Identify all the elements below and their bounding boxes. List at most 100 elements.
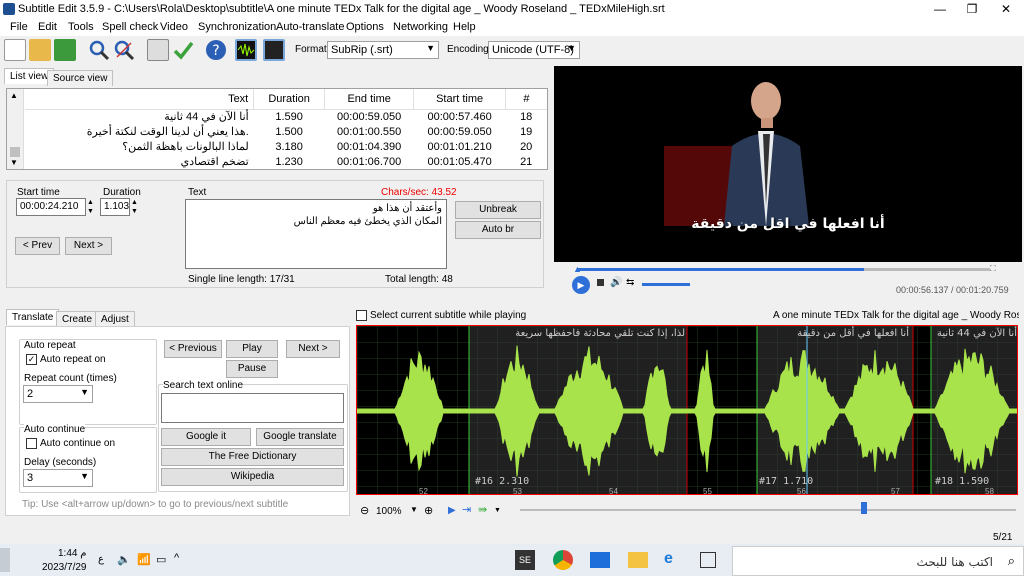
open-folder-icon[interactable] [29, 39, 51, 61]
table-row[interactable]: تضخم اقتصادي 1.230 00:01:06.700 00:01:05… [25, 154, 547, 169]
waveform-toggle-icon[interactable] [235, 39, 257, 61]
next-button[interactable]: Next > [65, 237, 112, 255]
task-view-icon[interactable] [700, 552, 716, 568]
zoom-dropdown-icon[interactable]: ▼ [410, 505, 418, 514]
table-row[interactable]: أنا الآن في 44 ثانية 1.590 00:00:59.050 … [25, 109, 547, 124]
pause-button[interactable]: Pause [226, 360, 278, 378]
show-desktop[interactable] [0, 548, 10, 572]
tab-source-view[interactable]: Source view [47, 70, 114, 86]
menu-synchronization[interactable]: Synchronization [198, 21, 276, 33]
menu-networking[interactable]: Networking [393, 21, 448, 33]
tab-create[interactable]: Create [56, 311, 99, 327]
zoom-out-icon[interactable]: ⊖ [360, 504, 369, 517]
prev-button[interactable]: < Prev [15, 237, 60, 255]
seek-bar[interactable] [578, 268, 990, 271]
forward-icon[interactable]: ⇛ [478, 503, 487, 516]
reverse-icon[interactable]: ⇆ [626, 277, 634, 288]
start-time-input[interactable]: 00:00:24.210 [16, 198, 86, 216]
play-button[interactable]: Play [226, 340, 278, 358]
minimize-button[interactable]: — [924, 0, 956, 18]
format-select[interactable]: SubRip (.srt) ▼ [327, 41, 439, 59]
more-dropdown-icon[interactable]: ▼ [494, 507, 501, 514]
auto-repeat-checkbox[interactable]: ✓ [26, 354, 37, 365]
encoding-select[interactable]: Unicode (UTF-8) ▼ [488, 41, 580, 59]
col-end[interactable]: End time [324, 89, 415, 110]
auto-continue-checkbox[interactable] [26, 438, 37, 449]
scroll-thumb[interactable] [10, 147, 20, 157]
fullscreen-icon[interactable]: ⛶ [990, 264, 996, 274]
volume-slider[interactable] [642, 283, 690, 286]
volume-icon[interactable]: 🔈 [117, 553, 131, 566]
video-player[interactable]: أنا افعلها في اقل من دقيقة ▲ ⛶ ▶ 🔊 ⇆ 00:… [554, 66, 1022, 296]
menu-help[interactable]: Help [453, 21, 476, 33]
edge-icon[interactable]: e [664, 550, 673, 568]
menu-options[interactable]: Options [346, 21, 384, 33]
taskbar-search[interactable]: اكتب هنا للبحث ⌕ [732, 546, 1024, 576]
save-icon[interactable] [54, 39, 76, 61]
zoom-in-icon[interactable]: ⊕ [424, 504, 433, 517]
waveform-position-slider[interactable] [520, 509, 1016, 511]
duration-spinner[interactable]: ▲ ▼ [131, 198, 138, 216]
grid-scrollbar[interactable]: ▲ ▼ [7, 89, 24, 169]
next-subtitle-button[interactable]: Next > [286, 340, 340, 358]
subtitle-text-editor[interactable]: وأعتقد أن هذا هو المكان الذي يخطئ فيه مع… [185, 199, 447, 269]
help-icon[interactable]: ? [205, 39, 227, 61]
col-text[interactable]: Text [25, 89, 255, 110]
scroll-down-icon[interactable]: ▼ [10, 158, 18, 167]
replace-icon[interactable] [113, 39, 135, 61]
maximize-button[interactable]: ❐ [956, 0, 988, 18]
tab-translate[interactable]: Translate [6, 309, 60, 325]
mail-icon[interactable] [590, 552, 610, 568]
google-translate-button[interactable]: Google translate [256, 428, 344, 446]
menu-auto-translate[interactable]: Auto-translate [276, 21, 344, 33]
repeat-count-select[interactable]: 2 ▼ [23, 385, 93, 403]
spell-check-icon[interactable] [172, 39, 194, 61]
menu-file[interactable]: File [10, 21, 28, 33]
new-file-icon[interactable] [4, 39, 26, 61]
video-toggle-icon[interactable] [263, 39, 285, 61]
col-start[interactable]: Start time [413, 89, 506, 110]
close-button[interactable]: ✕ [990, 0, 1022, 18]
menu-spell-check[interactable]: Spell check [102, 21, 158, 33]
menu-edit[interactable]: Edit [38, 21, 57, 33]
chevron-up-icon[interactable]: ^ [174, 552, 179, 564]
audio-waveform[interactable]: لذا، إذا كنت تلقي محادثة فاحفظها سريعة أ… [356, 325, 1018, 495]
play-icon[interactable]: ▶ [572, 276, 590, 294]
previous-button[interactable]: < Previous [164, 340, 222, 358]
select-current-checkbox[interactable] [356, 310, 367, 321]
language-indicator[interactable]: ع [98, 554, 104, 565]
file-explorer-icon[interactable] [628, 552, 648, 568]
table-row[interactable]: هذا يعني أن لدينا الوقت لنكتة أخيرة. 1.5… [25, 124, 547, 139]
table-row[interactable]: لماذا البالونات باهظة الثمن؟ 3.180 00:01… [25, 139, 547, 154]
col-duration[interactable]: Duration [253, 89, 325, 110]
stop-icon[interactable] [597, 279, 604, 286]
chrome-icon[interactable] [553, 550, 573, 570]
visual-sync-icon[interactable] [147, 39, 169, 61]
subtitle-edit-taskbar-icon[interactable]: SE [515, 550, 535, 570]
unbreak-button[interactable]: Unbreak [455, 201, 541, 219]
search-text-input[interactable] [161, 393, 344, 423]
zoom-value[interactable]: 100% [376, 506, 402, 517]
find-icon[interactable] [88, 39, 110, 61]
start-time-spinner[interactable]: ▲ ▼ [87, 198, 94, 216]
wifi-icon[interactable]: 📶 [137, 553, 151, 566]
waveform-slider-thumb[interactable] [861, 502, 867, 514]
volume-icon[interactable]: 🔊 [610, 277, 622, 288]
next-icon[interactable]: ⇥ [462, 503, 471, 516]
menu-video[interactable]: Video [160, 21, 188, 33]
col-number[interactable]: # [505, 89, 547, 110]
battery-icon[interactable]: ▭ [156, 553, 166, 566]
wikipedia-button[interactable]: Wikipedia [161, 468, 344, 486]
google-it-button[interactable]: Google it [161, 428, 251, 446]
clock-time[interactable]: 1:44 م [58, 548, 86, 559]
auto-br-button[interactable]: Auto br [455, 221, 541, 239]
tab-adjust[interactable]: Adjust [95, 311, 135, 327]
duration-input[interactable]: 1.103 [100, 198, 130, 216]
delay-select[interactable]: 3 ▼ [23, 469, 93, 487]
play-selection-icon[interactable]: ▶ [448, 505, 456, 516]
tip-text: Tip: Use <alt+arrow up/down> to go to pr… [22, 499, 289, 510]
clock-date[interactable]: 2023/7/29 [42, 562, 87, 573]
menu-tools[interactable]: Tools [68, 21, 94, 33]
free-dictionary-button[interactable]: The Free Dictionary [161, 448, 344, 466]
scroll-up-icon[interactable]: ▲ [10, 91, 18, 100]
